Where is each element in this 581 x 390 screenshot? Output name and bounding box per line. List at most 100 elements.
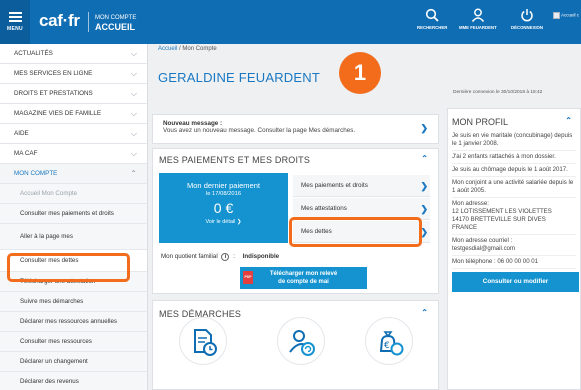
chevron-down-icon: ⌵	[130, 149, 137, 158]
account-button[interactable]: MME FEUARDENT	[459, 8, 497, 30]
chevron-right-icon: ❯	[420, 204, 428, 214]
subnav-label: Accueil Mon Compte	[20, 190, 78, 197]
profile-update-tile[interactable]	[277, 317, 325, 365]
breadcrumb-current: Mon Compte	[182, 46, 217, 52]
sidebar-item-services[interactable]: MES SERVICES EN LIGNE ⌵	[0, 64, 147, 84]
breadcrumb: Accueil / Mon Compte	[158, 46, 217, 52]
chevron-right-icon: ❯	[420, 181, 428, 191]
profile-email: Mon adresse courriel : testgesdial@gmail…	[452, 237, 576, 256]
info-icon[interactable]: i	[221, 253, 230, 261]
sidebar-item-label: ACTUALITÉS	[14, 50, 53, 57]
header-title-big: ACCUEIL	[95, 22, 135, 32]
sidebar-nav: ACTUALITÉS ⌵ MES SERVICES EN LIGNE ⌵ DROIT…	[0, 44, 148, 390]
sidebar-item-label: MON COMPTE	[14, 170, 58, 177]
subnav-declarer-changement[interactable]: Déclarer un changement	[0, 352, 147, 372]
collapse-icon[interactable]: ⌃	[421, 308, 428, 317]
documents-tile[interactable]	[179, 317, 227, 365]
last-payment-detail-link[interactable]: Voir le détail ❯	[159, 219, 288, 225]
sidebar-item-actualites[interactable]: ACTUALITÉS ⌵	[0, 44, 147, 64]
page-title: GERALDINE FEUARDENT	[158, 70, 320, 85]
pdf-icon: PDF	[243, 271, 253, 284]
message-body: Vous avez un nouveau message. Consulter …	[163, 127, 356, 134]
subnav-label: Consulter mes paiements et droits	[20, 210, 114, 217]
logout-button[interactable]: DÉCONNEXION	[511, 8, 543, 30]
quotient-value: Indisponible	[242, 253, 280, 260]
link-label: Mes attestations	[301, 205, 347, 212]
download-label-line2: de compte de mai	[278, 279, 329, 285]
sidebar-item-label: AIDE	[14, 130, 29, 137]
menu-button[interactable]: MENU	[0, 0, 30, 44]
download-label-line1: Télécharger mon relevé	[269, 271, 338, 277]
sidebar-item-label: MES SERVICES EN LIGNE	[14, 70, 93, 77]
last-payment-date: le 17/08/2016	[205, 191, 242, 197]
header-divider	[88, 12, 89, 32]
quotient-familial: Mon quotient familial i : Indisponible	[161, 253, 279, 261]
subnav-label: Suivre mes démarches	[20, 298, 84, 305]
euro-bag-icon: €	[379, 331, 404, 356]
chevron-up-icon: ⌃	[130, 169, 137, 178]
header-title: MON COMPTE ACCUEIL	[95, 14, 136, 32]
last-connection: Dernière connexion le 30/10/2018 à 18:42	[453, 90, 543, 95]
sidebar-item-label: DROITS ET PRESTATIONS	[14, 90, 93, 97]
search-button[interactable]: RECHERCHER	[417, 8, 447, 30]
last-payment-card: Mon dernier paiement le 17/08/2016 0 € V…	[159, 173, 288, 243]
subnav-label: Déclarer des revenus	[20, 378, 79, 385]
sidebar-item-droits[interactable]: DROITS ET PRESTATIONS ⌵	[0, 84, 147, 104]
subnav-declarer-revenus[interactable]: Déclarer des revenus	[0, 372, 147, 390]
document-clock-icon	[194, 329, 217, 356]
subnav-page-mes[interactable]: Aller à la page mes	[0, 224, 147, 250]
caf-logo[interactable]: caf·fr	[39, 11, 80, 31]
last-payment-amount: 0 €	[213, 200, 234, 216]
subnav-demarches[interactable]: Suivre mes démarches	[0, 292, 147, 312]
svg-text:€: €	[384, 341, 390, 351]
breadcrumb-separator: /	[179, 46, 181, 52]
quotient-label: Mon quotient familial	[161, 253, 218, 260]
subnav-label: Aller à la page mes	[20, 233, 73, 240]
collapse-icon[interactable]: ⌃	[565, 116, 572, 125]
collapse-icon[interactable]: ⌃	[421, 154, 428, 163]
subnav-paiements-droits[interactable]: Consulter mes paiements et droits	[0, 204, 147, 224]
chevron-down-icon: ⌵	[130, 129, 137, 138]
profile-address: Mon adresse: 12 LOTISSEMENT LES VIOLETTE…	[452, 200, 576, 235]
demarches-panel: MES DÉMARCHES ⌃ €	[152, 300, 439, 390]
user-icon	[471, 8, 484, 22]
message-heading: Nouveau message :	[163, 120, 223, 127]
subnav-label: Déclarer un changement	[20, 358, 88, 365]
sidebar-item-ma-caf[interactable]: MA CAF ⌵	[0, 144, 147, 164]
highlight-mes-dettes-sidebar	[7, 253, 130, 282]
link-label: Mes paiements et droits	[301, 182, 368, 189]
profile-panel: MON PROFIL ⌃ Je suis en vie maritale (co…	[447, 108, 581, 390]
user-refresh-icon	[289, 330, 315, 356]
chevron-down-icon: ⌵	[130, 69, 137, 78]
subnav-accueil-compte[interactable]: Accueil Mon Compte	[0, 184, 147, 204]
profile-phone: Mon téléphone : 06 00 00 00 01	[452, 258, 576, 269]
edit-profile-button[interactable]: Consulter ou modifier	[452, 272, 579, 292]
account-label: MME FEUARDENT	[459, 25, 497, 30]
sidebar-item-magazine[interactable]: MAGAZINE VIES DE FAMILLE ⌵	[0, 104, 147, 124]
top-bar: MENU caf·fr MON COMPTE ACCUEIL RECHERCHE…	[0, 0, 581, 44]
new-message-panel[interactable]: Nouveau message : Vous avez un nouveau m…	[152, 114, 439, 144]
breadcrumb-home[interactable]: Accueil	[158, 46, 177, 52]
subnav-declarer-ressources[interactable]: Déclarer mes ressources annuelles	[0, 312, 147, 332]
profile-heading: MON PROFIL	[452, 117, 509, 127]
quotient-separator: :	[233, 253, 235, 260]
user-corner-link[interactable]: Accueil c	[553, 12, 581, 24]
chevron-down-icon: ⌵	[130, 49, 137, 58]
hamburger-icon	[8, 12, 22, 22]
money-tile[interactable]: €	[365, 317, 413, 365]
sidebar-item-aide[interactable]: AIDE ⌵	[0, 124, 147, 144]
last-payment-title: Mon dernier paiement	[187, 181, 260, 190]
profile-employment: Je suis au chômage depuis le 1 août 2017…	[452, 166, 576, 177]
menu-label: MENU	[7, 26, 23, 32]
subnav-label: Consulter mes ressources	[20, 338, 92, 345]
link-paiements-droits[interactable]: Mes paiements et droits ❯	[293, 175, 430, 197]
user-corner-label: Accueil c	[561, 12, 580, 18]
chevron-right-icon: ❯	[420, 123, 428, 133]
download-statement-button[interactable]: PDF Télécharger mon relevé de compte de …	[240, 267, 367, 289]
sidebar-item-mon-compte[interactable]: MON COMPTE ⌃	[0, 164, 147, 184]
subnav-label: Déclarer mes ressources annuelles	[20, 318, 117, 325]
subnav-consulter-ressources[interactable]: Consulter mes ressources	[0, 332, 147, 352]
logout-label: DÉCONNEXION	[511, 25, 543, 30]
profile-marital: Je suis en vie maritale (concubinage) de…	[452, 132, 576, 151]
profile-children: J'ai 2 enfants rattachés à mon dossier.	[452, 153, 576, 164]
